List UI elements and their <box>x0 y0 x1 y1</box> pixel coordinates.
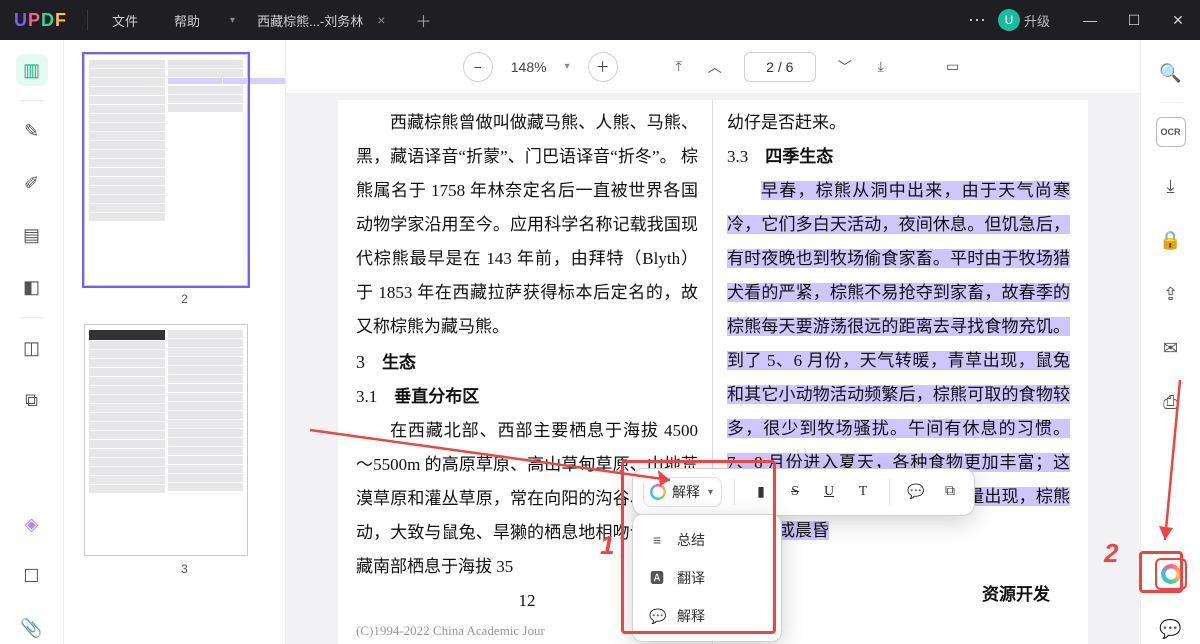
prev-page-icon[interactable]: ︿ <box>704 53 726 81</box>
ocr-icon[interactable]: OCR <box>1156 117 1186 147</box>
zoom-in-button[interactable]: ＋ <box>588 52 618 82</box>
ai-chip-dropdown-icon[interactable]: ▾ <box>706 487 715 498</box>
explain-icon: 💬 <box>649 608 665 625</box>
page-thumbnail-3[interactable] <box>84 324 248 556</box>
attachment-icon[interactable]: 📎 <box>16 612 48 644</box>
subsection-title: 垂直分布区 <box>394 387 479 406</box>
translate-icon: 🅰 <box>649 568 665 588</box>
titlebar: UPDF 文件 帮助 ▾ 西藏棕熊...-刘务林 × ＋ ⋯ U 升级 — ☐ … <box>0 0 1200 40</box>
search-icon[interactable]: 🔍 <box>1156 58 1186 88</box>
thumbnails-icon[interactable]: ▥ <box>16 54 48 86</box>
section-title: 生态 <box>382 353 416 372</box>
export-icon[interactable]: ⤓ <box>1156 171 1186 201</box>
comment-icon[interactable]: 💬 <box>1156 614 1186 644</box>
window-close-icon[interactable]: ✕ <box>1156 12 1200 29</box>
next-page-icon[interactable]: ﹀ <box>834 53 856 81</box>
upgrade-link[interactable]: 升级 <box>1024 11 1068 30</box>
crop-icon[interactable]: ◫ <box>16 332 48 364</box>
viewer-toolbar: − 148% ▾ ＋ ⤒ ︿ ﹀ ⤓ ▭ <box>286 40 1140 94</box>
ai-menu-label: 翻译 <box>677 568 705 588</box>
first-page-icon[interactable]: ⤒ <box>672 54 686 79</box>
window-maximize-icon[interactable]: ☐ <box>1112 12 1156 29</box>
redact-icon[interactable]: ◧ <box>16 271 48 303</box>
subsection-title: 四季生态 <box>765 147 833 166</box>
share-icon[interactable]: ⇪ <box>1156 279 1186 309</box>
section-number: 3 <box>356 352 365 372</box>
left-toolbar: ▥ ✎ ✐ ▤ ◧ ◫ ⧉ ◈ ☐ 📎 <box>0 40 64 644</box>
highlight-tool-icon[interactable]: ▮ <box>747 478 775 506</box>
body-text: 幼仔是否赶来。 <box>727 106 1070 140</box>
menu-help[interactable]: 帮助 <box>156 11 218 30</box>
highlighter-icon[interactable]: ✎ <box>16 115 48 147</box>
tab-title: 西藏棕熊...-刘务林 <box>257 11 363 30</box>
pen-icon[interactable]: ✐ <box>16 167 48 199</box>
zoom-dropdown-icon[interactable]: ▾ <box>565 61 570 72</box>
subsection-number: 3.1 <box>356 387 377 406</box>
underline-tool-icon[interactable]: U <box>815 478 843 506</box>
ai-explain-chip[interactable]: 解释 ▾ <box>643 477 722 507</box>
ai-menu-summary[interactable]: ≡ 总结 <box>633 521 781 559</box>
window-minimize-icon[interactable]: — <box>1068 12 1112 28</box>
thumbnail-label-3: 3 <box>84 562 285 576</box>
note-tool-icon[interactable]: 💬 <box>902 478 930 506</box>
print-icon[interactable]: ⎙ <box>1156 387 1186 417</box>
text-tool-icon[interactable]: T <box>849 478 877 506</box>
more-menu-icon[interactable]: ⋯ <box>958 10 998 31</box>
app-logo: UPDF <box>0 10 81 31</box>
page-thumbnail-2[interactable] <box>84 54 248 286</box>
selection-toolbar: 解释 ▾ ▮ S U T 💬 ⧉ <box>632 468 975 516</box>
page-input[interactable] <box>744 52 816 82</box>
ai-menu-label: 解释 <box>677 606 705 626</box>
right-toolbar: 🔍 OCR ⤓ 🔒 ⇪ ✉ ⎙ 💬 <box>1140 40 1200 644</box>
body-text: 西藏棕熊曾做叫做藏马熊、人熊、马熊、黑，藏语译音“折蒙”、门巴语译音“折冬”。 … <box>356 106 698 344</box>
zoom-out-button[interactable]: − <box>463 52 493 82</box>
tab-dropdown-icon[interactable]: ▾ <box>218 15 247 26</box>
ai-chip-label: 解释 <box>672 482 700 502</box>
ai-assistant-button[interactable] <box>1155 558 1187 590</box>
presentation-icon[interactable]: ▭ <box>942 54 963 79</box>
ai-icon <box>1161 564 1181 584</box>
form-icon[interactable]: ▤ <box>16 219 48 251</box>
menu-file[interactable]: 文件 <box>94 11 156 30</box>
list-icon: ≡ <box>649 532 665 548</box>
avatar[interactable]: U <box>998 9 1020 31</box>
zoom-percent: 148% <box>511 59 547 75</box>
strikethrough-tool-icon[interactable]: S <box>781 478 809 506</box>
ai-icon <box>650 484 666 500</box>
subsection-number: 3.3 <box>727 147 748 166</box>
protect-icon[interactable]: 🔒 <box>1156 225 1186 255</box>
thumbnail-panel: 2 <box>64 40 286 644</box>
thumbnail-label-2: 2 <box>84 292 285 306</box>
ai-menu-explain[interactable]: 💬 解释 <box>633 597 781 635</box>
ai-dropdown-menu: ≡ 总结 🅰 翻译 💬 解释 <box>632 514 782 642</box>
ai-menu-translate[interactable]: 🅰 翻译 <box>633 559 781 597</box>
ai-menu-label: 总结 <box>677 530 705 550</box>
workspace: ▥ ✎ ✐ ▤ ◧ ◫ ⧉ ◈ ☐ 📎 <box>0 40 1200 644</box>
compare-icon[interactable]: ⧉ <box>16 384 48 416</box>
layers-icon[interactable]: ◈ <box>16 508 48 540</box>
document-tab[interactable]: 西藏棕熊...-刘务林 × <box>247 0 401 40</box>
last-page-icon[interactable]: ⤓ <box>874 54 888 79</box>
bookmark-icon[interactable]: ☐ <box>16 560 48 592</box>
new-tab-button[interactable]: ＋ <box>401 8 445 32</box>
copy-tool-icon[interactable]: ⧉ <box>936 478 964 506</box>
tab-close-icon[interactable]: × <box>371 12 391 28</box>
email-icon[interactable]: ✉ <box>1156 333 1186 363</box>
